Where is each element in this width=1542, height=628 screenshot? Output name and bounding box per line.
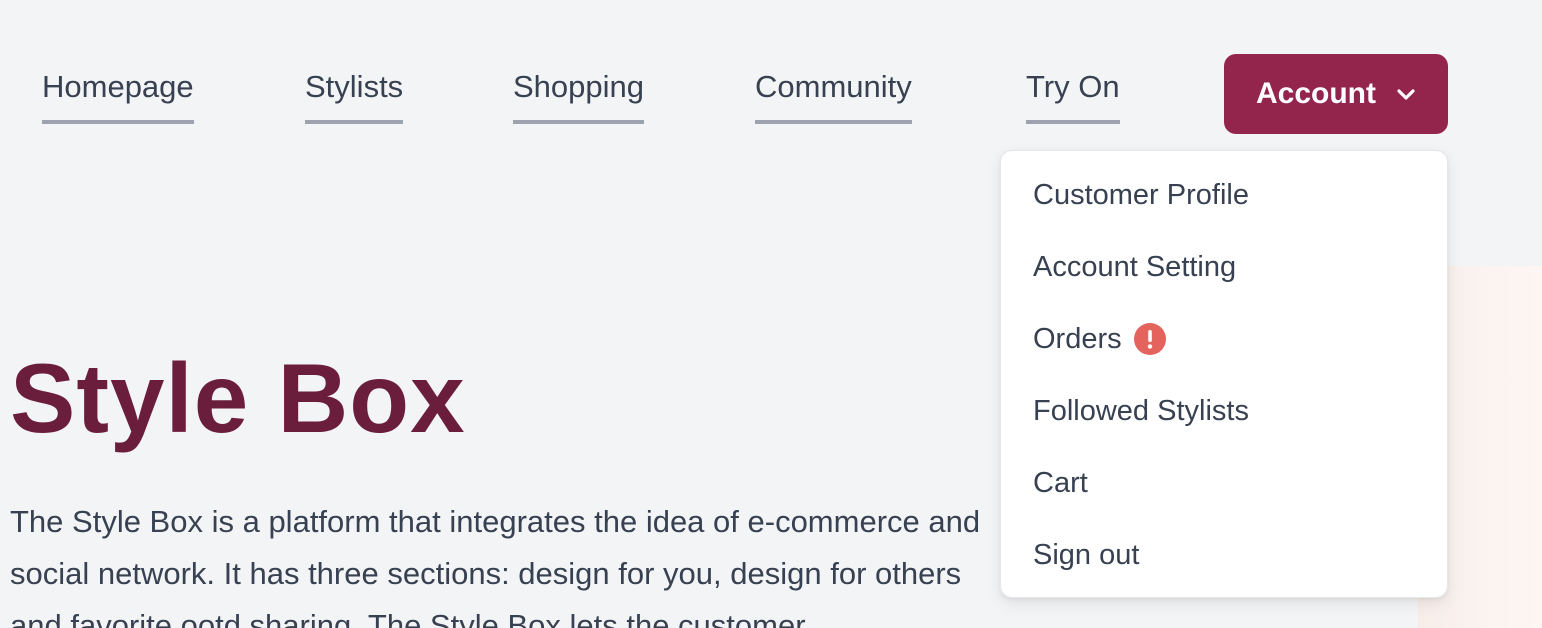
account-button[interactable]: Account [1224,54,1448,134]
menu-item-label: Sign out [1033,539,1140,571]
nav-link-community[interactable]: Community [755,68,912,124]
menu-item-sign-out[interactable]: Sign out [1033,535,1139,575]
account-dropdown-menu: Customer Profile Account Setting Orders … [1000,150,1448,598]
menu-item-label: Account Setting [1033,251,1237,283]
page-title: Style Box [10,343,466,453]
menu-item-label: Cart [1033,467,1088,499]
menu-item-cart[interactable]: Cart [1033,463,1088,503]
menu-item-label: Orders [1033,323,1122,355]
menu-item-label: Followed Stylists [1033,395,1249,427]
nav-link-stylists[interactable]: Stylists [305,68,404,124]
menu-item-account-setting[interactable]: Account Setting [1033,247,1236,287]
account-button-label: Account [1256,77,1376,110]
nav-link-shopping[interactable]: Shopping [513,68,645,124]
page: Homepage Stylists Shopping Community Try… [0,0,1542,628]
hero-description: The Style Box is a platform that integra… [10,504,981,628]
menu-item-followed-stylists[interactable]: Followed Stylists [1033,391,1249,431]
exclamation-circle-icon [1133,323,1166,355]
nav-link-try-on[interactable]: Try On [1026,68,1120,124]
menu-item-orders[interactable]: Orders [1033,319,1166,359]
menu-item-customer-profile[interactable]: Customer Profile [1033,175,1249,215]
nav-link-homepage[interactable]: Homepage [42,68,194,124]
chevron-down-icon [1397,89,1415,100]
menu-item-label: Customer Profile [1033,179,1249,211]
